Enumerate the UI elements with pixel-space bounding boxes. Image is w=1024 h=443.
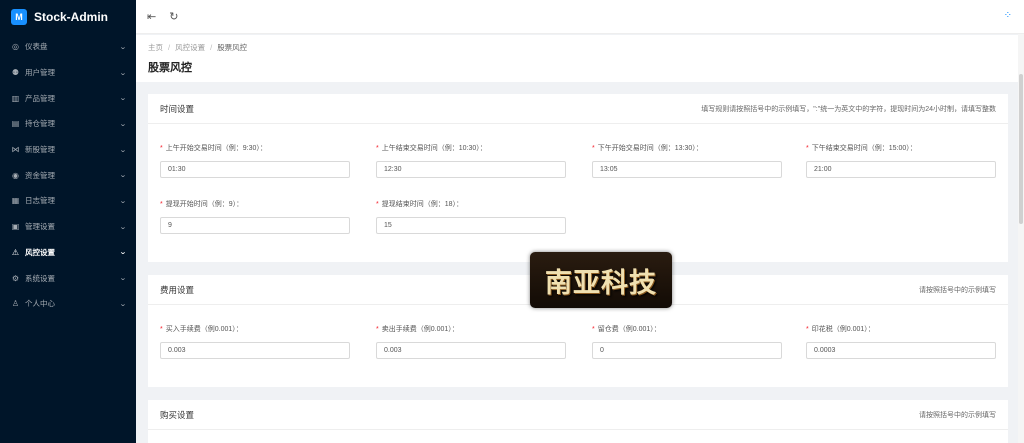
chevron-down-icon: ⌄	[119, 146, 127, 154]
scroll-thumb[interactable]	[1019, 74, 1023, 224]
field-label: * 上午开始交易时间（例：9:30）：	[160, 145, 267, 152]
log-icon: ▦	[11, 196, 20, 206]
dashboard-icon: ◎	[12, 42, 19, 52]
time-input-4[interactable]	[160, 217, 350, 234]
buy-settings-hint: 请按照括号中的示例填写	[919, 411, 996, 419]
buy-settings-card: 购买设置 请按照括号中的示例填写	[148, 400, 1008, 443]
page-header: 主页 / 风控设置 / 股票风控 股票风控	[136, 35, 1024, 82]
ipo-icon: ⋈	[11, 145, 20, 155]
time-input-0[interactable]	[160, 161, 350, 178]
sidebar: M Stock-Admin ◎ 仪表盘 ⌄ ⚉ 用户管理 ⌄ ▥ 产品管理 ⌄ ▤ 持仓管理 ⌄ ⋈ 新股…	[0, 0, 136, 443]
sidebar-item-label: 产品管理	[25, 93, 55, 103]
field-label: * 下午结束交易时间（例：15:00）：	[806, 145, 917, 152]
breadcrumb-home[interactable]: 主页	[148, 43, 163, 52]
app-logo[interactable]: M Stock-Admin	[0, 0, 136, 34]
chevron-down-icon: ⌄	[119, 95, 127, 103]
fee-input-1[interactable]	[376, 342, 566, 359]
chevron-down-icon: ⌄	[119, 197, 127, 205]
sidebar-item-label: 新股管理	[25, 145, 55, 155]
chevron-down-icon: ⌄	[119, 69, 127, 77]
time-input-3[interactable]	[806, 161, 996, 178]
chevron-down-icon: ⌄	[119, 223, 127, 231]
menu-fold-icon[interactable]: ⇤	[147, 10, 156, 23]
sidebar-item-5[interactable]: ◉ 资金管理 ⌄	[0, 162, 136, 188]
field-label: * 卖出手续费（例0.001）：	[376, 326, 459, 333]
sidebar-item-label: 仪表盘	[25, 42, 48, 52]
sidebar-item-2[interactable]: ▥ 产品管理 ⌄	[0, 85, 136, 111]
app-title: Stock-Admin	[34, 10, 109, 24]
breadcrumb: 主页 / 风控设置 / 股票风控	[148, 43, 248, 52]
field-label: * 上午结束交易时间（例：10:30）：	[376, 145, 487, 152]
buy-settings-title: 购买设置	[160, 409, 195, 420]
time-field-4: * 提现开始时间（例：9）：	[160, 199, 350, 234]
fee-input-3[interactable]	[806, 342, 996, 359]
sidebar-item-10[interactable]: ♙ 个人中心 ⌄	[0, 291, 136, 317]
sidebar-item-label: 日志管理	[25, 196, 55, 206]
chevron-down-icon: ⌄	[119, 249, 127, 257]
sidebar-item-4[interactable]: ⋈ 新股管理 ⌄	[0, 137, 136, 163]
users-icon: ⚉	[11, 68, 20, 78]
sidebar-item-1[interactable]: ⚉ 用户管理 ⌄	[0, 60, 136, 86]
chevron-down-icon: ⌄	[119, 120, 127, 128]
sidebar-item-8[interactable]: ⚠ 风控设置 ⌄	[0, 240, 136, 266]
time-field-5: * 提现结束时间（例：18）：	[376, 199, 566, 234]
breadcrumb-parent[interactable]: 风控设置	[175, 43, 205, 52]
page-scrollbar[interactable]	[1018, 34, 1024, 443]
page-title: 股票风控	[148, 62, 192, 74]
fee-input-2[interactable]	[592, 342, 782, 359]
field-label: * 留仓费（例0.001）：	[592, 326, 661, 333]
watermark-logo: 南亚科技	[530, 252, 672, 308]
money-icon: ◉	[12, 170, 19, 180]
topbar: ⇤ ↻ ⁘	[136, 0, 1024, 34]
user-icon: ♙	[11, 299, 20, 309]
time-field-1: * 上午结束交易时间（例：10:30）：	[376, 143, 566, 178]
fee-settings-title: 费用设置	[160, 284, 195, 295]
logo-icon: M	[11, 9, 27, 25]
time-field-2: * 下午开始交易时间（例：13:30）：	[592, 143, 782, 178]
fee-field-1: * 卖出手续费（例0.001）：	[376, 324, 566, 359]
time-input-1[interactable]	[376, 161, 566, 178]
field-label: * 提现开始时间（例：9）：	[160, 201, 244, 208]
gear-icon: ⚙	[11, 273, 20, 283]
admin-settings-icon: ▣	[11, 222, 20, 232]
sidebar-item-6[interactable]: ▦ 日志管理 ⌄	[0, 188, 136, 214]
sidebar-item-label: 个人中心	[25, 299, 55, 309]
sidebar-item-label: 系统设置	[25, 273, 55, 283]
spinner-icon[interactable]: ⁘	[1004, 10, 1012, 21]
sidebar-item-label: 资金管理	[25, 170, 55, 180]
chevron-down-icon: ⌄	[119, 43, 127, 51]
field-label: * 印花税（例0.001）：	[806, 326, 875, 333]
sidebar-item-label: 管理设置	[25, 222, 55, 232]
chart-icon: ▥	[11, 93, 20, 103]
fee-settings-hint: 请按照括号中的示例填写	[919, 286, 996, 294]
time-input-2[interactable]	[592, 161, 782, 178]
chevron-down-icon: ⌄	[119, 275, 127, 283]
time-field-0: * 上午开始交易时间（例：9:30）：	[160, 143, 350, 178]
chevron-down-icon: ⌄	[119, 172, 127, 180]
warning-icon: ⚠	[11, 247, 20, 257]
sidebar-item-9[interactable]: ⚙ 系统设置 ⌄	[0, 265, 136, 291]
time-field-3: * 下午结束交易时间（例：15:00）：	[806, 143, 996, 178]
position-icon: ▤	[11, 119, 20, 129]
fee-field-2: * 留仓费（例0.001）：	[592, 324, 782, 359]
time-settings-title: 时间设置	[160, 103, 195, 114]
sidebar-item-0[interactable]: ◎ 仪表盘 ⌄	[0, 34, 136, 60]
field-label: * 买入手续费（例0.001）：	[160, 326, 243, 333]
breadcrumb-current: 股票风控	[217, 43, 248, 52]
sidebar-item-3[interactable]: ▤ 持仓管理 ⌄	[0, 111, 136, 137]
sidebar-item-label: 风控设置	[25, 247, 55, 257]
sidebar-item-label: 用户管理	[25, 68, 55, 78]
field-label: * 下午开始交易时间（例：13:30）：	[592, 145, 703, 152]
chevron-down-icon: ⌄	[119, 300, 127, 308]
fee-input-0[interactable]	[160, 342, 350, 359]
fee-field-3: * 印花税（例0.001）：	[806, 324, 996, 359]
fee-field-0: * 买入手续费（例0.001）：	[160, 324, 350, 359]
refresh-icon[interactable]: ↻	[169, 10, 178, 23]
field-label: * 提现结束时间（例：18）：	[376, 201, 464, 208]
sidebar-item-7[interactable]: ▣ 管理设置 ⌄	[0, 214, 136, 240]
time-settings-hint: 填写规则请按照括号中的示例填写，":"统一为英文中的字符，提现时间为24小时制，…	[701, 105, 996, 113]
time-settings-card: 时间设置 填写规则请按照括号中的示例填写，":"统一为英文中的字符，提现时间为2…	[148, 94, 1008, 262]
sidebar-item-label: 持仓管理	[25, 119, 55, 129]
time-input-5[interactable]	[376, 217, 566, 234]
